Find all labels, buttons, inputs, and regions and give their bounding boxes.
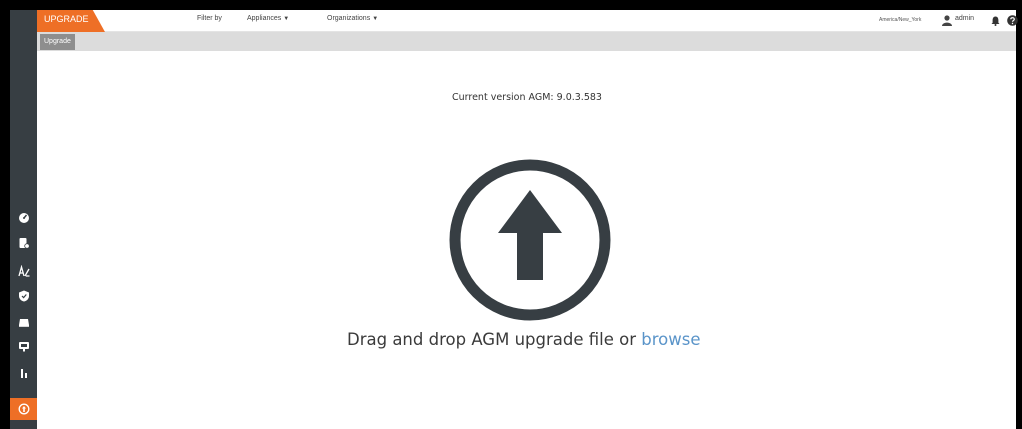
timezone-label[interactable]: America/New_York bbox=[879, 17, 921, 23]
app-manager-icon bbox=[19, 238, 30, 249]
report-icon bbox=[20, 369, 27, 378]
user-icon[interactable] bbox=[942, 15, 952, 26]
sidebar-item-sla-architect[interactable] bbox=[10, 260, 37, 282]
upgrade-icon bbox=[18, 403, 29, 415]
shield-icon bbox=[18, 290, 29, 302]
window-frame-left bbox=[0, 0, 10, 429]
sidebar-item-report[interactable] bbox=[10, 362, 37, 384]
caret-down-icon: ▼ bbox=[372, 16, 379, 22]
top-bar: UPGRADE Filter by Appliances ▼ Organizati… bbox=[37, 10, 1018, 32]
drop-instructions: Drag and drop AGM upgrade file or browse bbox=[347, 330, 700, 349]
sidebar bbox=[10, 10, 37, 429]
window-frame-top bbox=[0, 0, 1022, 10]
tab-upgrade[interactable]: Upgrade bbox=[40, 34, 75, 50]
sla-architect-icon bbox=[17, 265, 30, 277]
sidebar-item-backup[interactable] bbox=[10, 311, 37, 333]
filter-by-label: Filter by bbox=[197, 15, 222, 22]
window-frame-right bbox=[1016, 0, 1022, 429]
help-icon[interactable] bbox=[1007, 15, 1018, 26]
caret-down-icon: ▼ bbox=[283, 16, 290, 22]
module-tab-upgrade[interactable]: UPGRADE bbox=[37, 10, 105, 32]
sidebar-item-monitor[interactable] bbox=[10, 336, 37, 358]
monitor-icon bbox=[18, 342, 29, 352]
appliances-dropdown[interactable]: Appliances ▼ bbox=[247, 15, 289, 22]
sidebar-item-app-manager[interactable] bbox=[10, 232, 37, 254]
bell-icon[interactable] bbox=[991, 16, 1000, 26]
sidebar-item-upgrade[interactable] bbox=[10, 398, 37, 420]
sidebar-item-protection[interactable] bbox=[10, 285, 37, 307]
browse-link[interactable]: browse bbox=[641, 330, 700, 349]
upload-arrow-icon bbox=[498, 190, 562, 280]
organizations-dropdown-label: Organizations bbox=[327, 15, 371, 22]
user-menu[interactable]: admin bbox=[955, 15, 974, 22]
sub-navigation-bar: Upgrade bbox=[37, 32, 1016, 51]
drop-instructions-text: Drag and drop AGM upgrade file or bbox=[347, 330, 636, 349]
backup-icon bbox=[18, 319, 29, 327]
upload-drop-zone[interactable] bbox=[445, 155, 615, 325]
sidebar-item-dashboard[interactable] bbox=[10, 207, 37, 229]
appliances-dropdown-label: Appliances bbox=[247, 15, 282, 22]
current-version-label: Current version AGM: 9.0.3.583 bbox=[452, 92, 602, 103]
dashboard-icon bbox=[18, 213, 29, 223]
organizations-dropdown[interactable]: Organizations ▼ bbox=[327, 15, 378, 22]
